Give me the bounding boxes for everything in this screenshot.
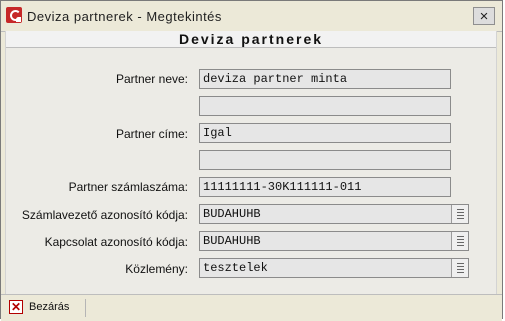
partner-address-line2-field[interactable]: [199, 150, 451, 170]
account-manager-code-value: BUDAHUHB: [203, 207, 261, 221]
partner-name-field[interactable]: deviza partner minta: [199, 69, 451, 89]
app-logo-icon: [6, 7, 22, 23]
footer-close-button[interactable]: ✕ Bezárás: [9, 300, 69, 314]
notice-field[interactable]: tesztelek: [199, 258, 469, 278]
footer-close-label: Bezárás: [29, 301, 70, 313]
list-icon[interactable]: [451, 205, 468, 223]
notice-value: tesztelek: [203, 261, 268, 275]
partner-address-field[interactable]: Igal: [199, 123, 451, 143]
connection-code-label: Kapcsolat azonosító kódja:: [44, 235, 188, 249]
account-manager-code-label: Számlavezető azonosító kódja:: [21, 208, 188, 222]
connection-code-field[interactable]: BUDAHUHB: [199, 231, 469, 251]
panel-title: Deviza partnerek: [178, 31, 324, 47]
close-icon: ×: [479, 7, 489, 25]
notice-label: Közlemény:: [125, 262, 188, 276]
footer-bar: ✕ Bezárás: [1, 294, 502, 321]
close-icon: ✕: [9, 300, 23, 314]
partner-name-line2-field[interactable]: [199, 96, 451, 116]
partner-address-label: Partner címe:: [115, 127, 188, 141]
list-icon[interactable]: [451, 259, 468, 277]
account-manager-code-field[interactable]: BUDAHUHB: [199, 204, 469, 224]
form-panel: Deviza partnerek Partner neve: deviza pa…: [5, 31, 497, 294]
connection-code-value: BUDAHUHB: [203, 234, 261, 248]
close-button[interactable]: ×: [473, 7, 495, 25]
window-title: Deviza partnerek - Megtekintés: [27, 9, 222, 24]
title-bar: Deviza partnerek - Megtekintés ×: [1, 1, 502, 32]
account-number-label: Partner számlaszáma:: [68, 180, 188, 194]
footer-separator: [85, 299, 86, 317]
view-window: Deviza partnerek - Megtekintés × Deviza …: [0, 0, 503, 321]
account-number-field[interactable]: 11111111-30K111111-011: [199, 177, 451, 197]
partner-name-label: Partner neve:: [115, 72, 188, 86]
list-icon[interactable]: [451, 232, 468, 250]
panel-header: Deviza partnerek: [6, 31, 496, 48]
